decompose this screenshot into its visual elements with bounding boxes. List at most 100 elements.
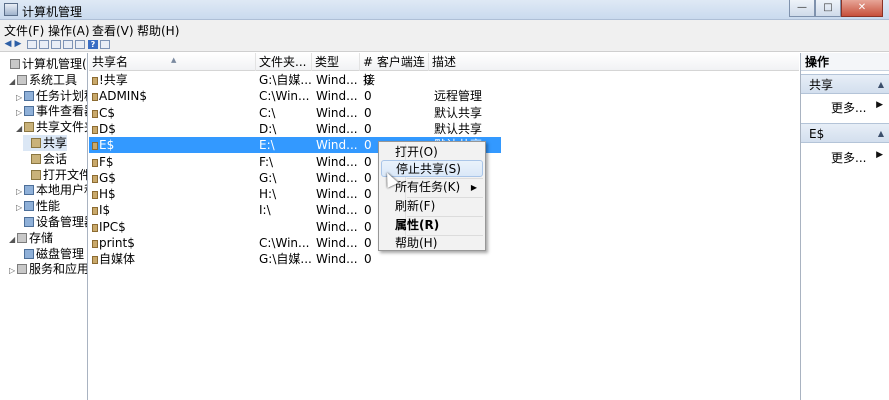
clock-icon <box>24 90 34 101</box>
tree-node[interactable]: ◢共享文件夹 <box>16 119 87 135</box>
tree-node[interactable]: 计算机管理(本地) <box>2 56 87 72</box>
share-icon <box>92 174 98 183</box>
context-menu: 打开(O) 停止共享(S) 所有任务(K) ▶ 刷新(F) 属性(R) 帮助(H… <box>378 141 486 251</box>
ctx-stop-sharing[interactable]: 停止共享(S) <box>381 160 483 177</box>
ctx-properties[interactable]: 属性(R) <box>381 217 483 234</box>
menu-bar: 文件(F) 操作(A) 查看(V) 帮助(H) <box>0 20 889 38</box>
tree-node[interactable]: ◢ 系统工具 <box>9 72 77 88</box>
tree-node-label: 会话 <box>43 151 68 166</box>
close-button[interactable]: ✕ <box>841 0 883 17</box>
collapse-icon[interactable]: ▲ <box>878 124 884 144</box>
table-row[interactable]: 自媒体 G:\自媒... Wind... 0 <box>89 251 799 267</box>
tree-node-label: 事件查看器 <box>36 104 87 119</box>
actions-section-selected-share[interactable]: E$ ▲ <box>801 123 889 143</box>
column-type[interactable]: 类型 <box>312 53 360 71</box>
folder-icon <box>31 153 41 164</box>
help-icon[interactable]: ? <box>88 40 98 49</box>
cell-type: Wind... <box>316 187 358 202</box>
navigation-tree: 计算机管理(本地)◢系统工具▷任务计划程序▷事件查看器◢共享文件夹共享会话打开文… <box>0 53 88 400</box>
minimize-button[interactable]: — <box>789 0 815 17</box>
column-share-name[interactable]: 共享名 ▲ <box>89 53 256 71</box>
ctx-help[interactable]: 帮助(H) <box>381 235 483 252</box>
collapse-icon[interactable]: ▲ <box>878 75 884 95</box>
tree-node[interactable]: ▷事件查看器 <box>16 103 87 119</box>
tree-node[interactable]: 会话 <box>23 151 67 167</box>
tree-node[interactable]: ◢ 存储 <box>9 230 53 246</box>
cell-path: C:\Win... <box>259 236 310 250</box>
export-icon[interactable] <box>75 40 85 49</box>
column-folder-path[interactable]: 文件夹... <box>256 53 312 71</box>
refresh-icon[interactable] <box>63 40 73 49</box>
cell-type: Wind... <box>316 252 358 267</box>
menu-help[interactable]: 帮助(H) <box>137 22 179 39</box>
cell-type: Wind... <box>316 121 358 136</box>
column-description[interactable]: 描述 <box>429 53 799 71</box>
menu-file[interactable]: 文件(F) <box>4 22 44 39</box>
ctx-refresh[interactable]: 刷新(F) <box>381 198 483 215</box>
tree-node[interactable]: ▷任务计划程序 <box>16 88 87 104</box>
cell-path: G:\自媒... <box>259 252 312 267</box>
tree-node-label: 共享文件夹 <box>36 120 87 135</box>
list-header: 共享名 ▲ 文件夹... 类型 # 客户端连接 描述 <box>89 53 799 87</box>
properties-icon[interactable] <box>100 40 110 49</box>
users-icon <box>24 185 34 196</box>
share-icon <box>92 191 98 200</box>
share-icon <box>92 223 98 232</box>
table-row[interactable]: C$ C:\ Wind... 0 默认共享 <box>89 105 799 121</box>
menu-action[interactable]: 操作(A) <box>48 22 90 39</box>
cell-type: Wind... <box>316 154 358 169</box>
folder-icon <box>24 122 34 133</box>
cell-clients: 0 <box>364 252 372 267</box>
tree-node-label: 性能 <box>36 199 61 214</box>
tree-node[interactable]: 共享 <box>23 135 68 151</box>
event-icon <box>24 106 34 117</box>
table-row[interactable]: !共享 G:\自媒... Wind... 0 <box>89 72 799 88</box>
show-tree-icon[interactable] <box>39 40 49 49</box>
folder-icon <box>31 138 41 148</box>
cell-path: C:\ <box>259 105 276 120</box>
cell-desc: 远程管理 <box>434 89 483 104</box>
cell-name: H$ <box>92 186 252 202</box>
cell-type: Wind... <box>316 73 358 87</box>
tree-node-label: 任务计划程序 <box>36 88 87 103</box>
tree-node-label: 设备管理器 <box>36 215 87 229</box>
storage-icon <box>17 232 27 243</box>
cell-path: I:\ <box>259 203 271 218</box>
tree-node[interactable]: ▷本地用户和组 <box>16 182 87 198</box>
cell-name: I$ <box>92 202 252 218</box>
more-actions-selected-share[interactable]: 更多... <box>831 149 866 166</box>
tree-node-label: 磁盘管理 <box>36 246 85 261</box>
expand-icon[interactable]: ▷ <box>9 263 17 279</box>
tree-node[interactable]: 设备管理器 <box>16 214 87 230</box>
table-row[interactable]: ADMIN$ C:\Win... Wind... 0 远程管理 <box>89 88 799 104</box>
up-folder-icon[interactable] <box>27 40 37 49</box>
actions-pane: 操作 共享 ▲ 更多... ▶ E$ ▲ 更多... ▶ <box>800 53 889 400</box>
actions-title: 操作 <box>801 53 889 71</box>
tree-node[interactable]: 打开文件 <box>23 167 87 183</box>
actions-section-shares[interactable]: 共享 ▲ <box>801 74 889 94</box>
share-icon <box>92 240 98 248</box>
tree-node[interactable]: ▷ 服务和应用程序 <box>9 261 88 279</box>
tree-node-label: 计算机管理(本地) <box>22 57 87 71</box>
cell-name: print$ <box>92 235 252 251</box>
folder-icon <box>31 169 41 180</box>
ctx-open[interactable]: 打开(O) <box>381 144 483 161</box>
tree-node[interactable]: ▷ 性能 <box>16 198 60 214</box>
column-client-connections[interactable]: # 客户端连接 <box>360 53 429 87</box>
menu-view[interactable]: 查看(V) <box>92 22 134 39</box>
cell-desc: 默认共享 <box>434 121 483 136</box>
back-arrow-icon[interactable]: ◀ <box>3 40 13 49</box>
tree-node[interactable]: 磁盘管理 <box>16 246 84 262</box>
cell-type: Wind... <box>316 138 358 153</box>
list-view-icon[interactable] <box>51 40 61 49</box>
maximize-button[interactable]: □ <box>815 0 841 17</box>
forward-arrow-icon[interactable]: ▶ <box>13 40 23 49</box>
more-actions-shares[interactable]: 更多... <box>831 99 866 116</box>
tree-node-label: 服务和应用程序 <box>29 262 88 277</box>
cell-name: IPC$ <box>92 219 252 235</box>
cell-clients: 0 <box>364 121 372 136</box>
table-row[interactable]: D$ D:\ Wind... 0 默认共享 <box>89 121 799 137</box>
submenu-arrow-icon: ▶ <box>876 150 883 160</box>
cell-clients: 0 <box>364 105 372 120</box>
cell-name: C$ <box>92 105 252 121</box>
